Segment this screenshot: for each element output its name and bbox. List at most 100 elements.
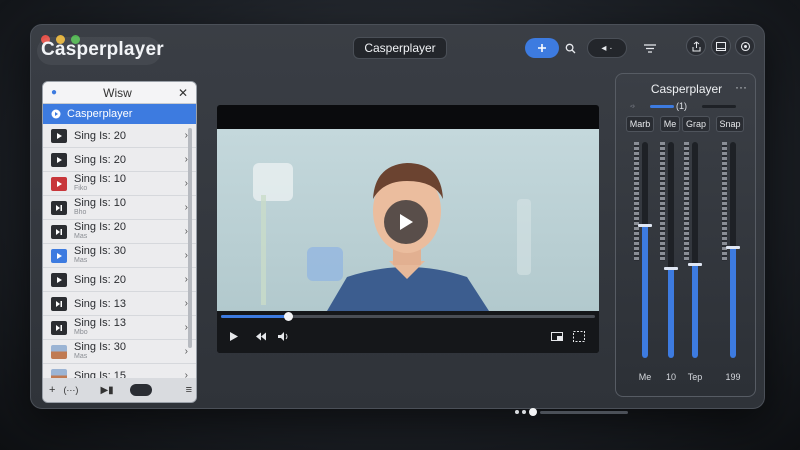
playlist-item-text: Sing Is: 13 Mbo: [74, 316, 178, 338]
playlist-item[interactable]: Sing Is: 20 ›: [43, 124, 196, 148]
playlist-item-subtitle: Mas: [74, 352, 88, 360]
volume-icon[interactable]: [277, 331, 289, 342]
playlist-item[interactable]: Sing Is: 20 Mas ›: [43, 220, 196, 244]
play-icon[interactable]: [229, 331, 239, 342]
video-controls: [217, 311, 599, 353]
playback-pill[interactable]: ◂ ·: [587, 38, 627, 58]
skip-icon: [51, 224, 67, 239]
search-button[interactable]: [559, 38, 581, 58]
settings-button[interactable]: [735, 36, 755, 56]
playlist-item[interactable]: Sing Is: 13 ›: [43, 292, 196, 316]
top-slider-track: [702, 105, 736, 108]
play-icon: [51, 176, 67, 191]
playlist-item[interactable]: Sing Is: 13 Mbo ›: [43, 316, 196, 340]
fader-handle[interactable]: [726, 245, 740, 249]
playlist-title: Wisw: [103, 85, 132, 100]
playlist-item[interactable]: Sing Is: 10 Bho ›: [43, 196, 196, 220]
top-slider[interactable]: ◃· (1): [630, 101, 740, 112]
speaker-icon: ◃·: [630, 103, 636, 110]
playlist-active-label: Casperplayer: [67, 108, 133, 120]
play-button[interactable]: [384, 200, 428, 244]
playback-pill-label: ◂ ·: [601, 42, 613, 54]
skip-forward-icon[interactable]: ▶▮: [100, 385, 113, 396]
playlist-item-label: Sing Is: 10: [74, 196, 126, 209]
mixer-tab[interactable]: Marb: [626, 116, 654, 132]
sidebar-button[interactable]: [711, 36, 731, 56]
playlist-item-label: Sing Is: 13: [74, 297, 126, 310]
mixer-tab[interactable]: Me: [660, 116, 680, 132]
playlist-item-subtitle: Fiko: [74, 184, 88, 192]
fader-handle[interactable]: [638, 224, 652, 228]
mixer-tab[interactable]: Snap: [716, 116, 744, 132]
fader-fill: [730, 245, 736, 358]
app-name: Casperplayer: [41, 39, 164, 60]
more-icon[interactable]: ···: [735, 80, 747, 94]
playlist-item-text: Sing Is: 10 Bho: [74, 196, 178, 218]
playlist-item[interactable]: Sing Is: 10 Fiko ›: [43, 172, 196, 196]
fader-handle[interactable]: [688, 262, 702, 266]
fader-track[interactable]: [642, 142, 648, 358]
toggle-pill[interactable]: [129, 384, 152, 396]
playlist-panel: ● Wisw ✕ Casperplayer Sing Is: 20 › Sing I…: [42, 81, 197, 403]
mixer-panel: Casperplayer ··· ◃· (1) Marb Me Grap Snap M…: [615, 73, 756, 397]
image-icon: [51, 344, 67, 359]
playlist-scrollbar[interactable]: [188, 128, 192, 348]
sidebar-icon: [716, 41, 726, 51]
close-icon[interactable]: ✕: [178, 86, 188, 100]
fader-handle[interactable]: [664, 267, 678, 271]
play-icon: [400, 214, 413, 230]
playlist-item[interactable]: Sing Is: 20 ›: [43, 148, 196, 172]
playlist-item-text: Sing Is: 13: [74, 297, 178, 310]
playlist-item-label: Sing Is: 13: [74, 316, 126, 329]
dot-icon: [522, 410, 526, 414]
share-button[interactable]: [686, 36, 706, 56]
playlist-item-text: Sing Is: 20 Mas: [74, 220, 178, 242]
playlist-item[interactable]: Sing Is: 20 ›: [43, 268, 196, 292]
channel-label: 199: [725, 372, 741, 382]
playlist-item-label: Sing Is: 20: [74, 220, 126, 233]
fader-fill: [668, 267, 674, 358]
skip-icon: [51, 200, 67, 215]
channel-label: Tep: [687, 372, 703, 382]
timeline-scrubber[interactable]: [515, 408, 628, 416]
fader-fill: [642, 224, 648, 358]
playlist-item[interactable]: Sing Is: 30 Mas ›: [43, 244, 196, 268]
seek-handle[interactable]: [284, 312, 294, 321]
rewind-icon[interactable]: [255, 332, 267, 341]
fader-track[interactable]: [730, 142, 736, 358]
fader-track[interactable]: [692, 142, 698, 358]
playlist-item-subtitle: Mas: [74, 256, 88, 264]
playlist-header: ● Wisw ✕: [43, 82, 196, 104]
mixer-tab[interactable]: Grap: [682, 116, 710, 132]
add-button[interactable]: [525, 38, 559, 58]
list-icon[interactable]: ≡: [186, 384, 192, 396]
plus-icon: [538, 44, 546, 52]
top-slider-fill: [650, 105, 674, 108]
playlist-item-label: Sing Is: 20: [74, 129, 126, 142]
playlist-item-subtitle: Mas: [74, 232, 88, 240]
menu-button[interactable]: [635, 38, 665, 58]
add-track-icon[interactable]: +: [49, 384, 55, 396]
playlist-item-label: Sing Is: 20: [74, 153, 126, 166]
fader-track[interactable]: [668, 142, 674, 358]
fullscreen-icon[interactable]: [573, 331, 585, 342]
player-window: Casperplayer Casperplayer ◂ · ● Wisw ✕ C…: [30, 24, 765, 416]
playlist-item-subtitle: Bho: [74, 208, 87, 216]
playlist-active-item[interactable]: Casperplayer: [43, 104, 196, 124]
video-player[interactable]: [217, 105, 599, 353]
playlist-item[interactable]: Sing Is: 30 Mas ›: [43, 340, 196, 364]
scrubber-handle[interactable]: [529, 408, 537, 416]
playlist-item-text: Sing Is: 20: [74, 274, 178, 285]
play-icon: [51, 248, 67, 263]
skip-icon: [51, 320, 67, 335]
fader-fill: [692, 262, 698, 358]
playlist-item-label: Sing Is: 30: [74, 244, 126, 257]
level-meter: [684, 142, 689, 261]
pip-icon[interactable]: [551, 332, 563, 341]
level-meter: [634, 142, 639, 261]
playlist-drop-icon: ●: [51, 87, 58, 98]
playlist-item-subtitle: Mbo: [74, 328, 88, 336]
seek-bar[interactable]: [221, 312, 595, 321]
link-icon[interactable]: (⋯): [63, 385, 78, 396]
seek-bar-fill: [221, 315, 289, 318]
